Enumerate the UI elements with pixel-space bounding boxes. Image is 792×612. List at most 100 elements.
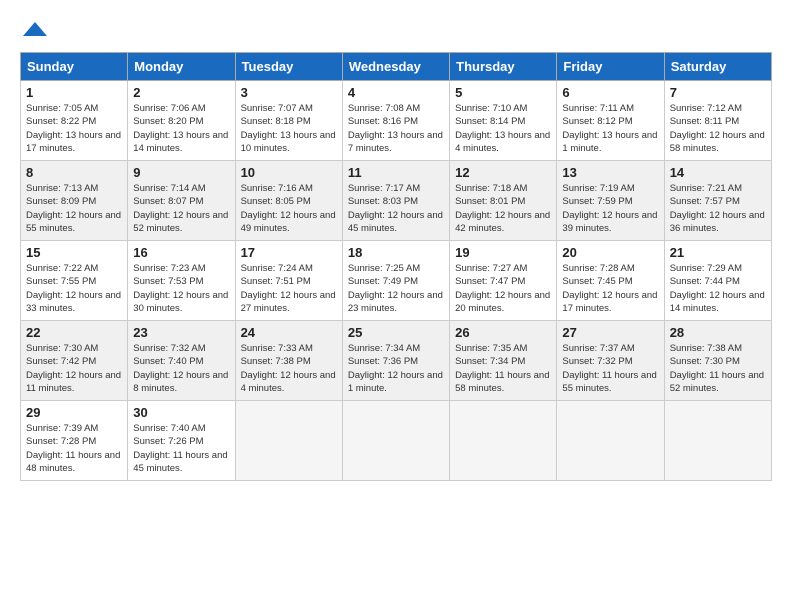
day-number: 6 — [562, 85, 658, 100]
day-info: Sunrise: 7:35 AMSunset: 7:34 PMDaylight:… — [455, 342, 551, 395]
day-number: 3 — [241, 85, 337, 100]
col-tuesday: Tuesday — [235, 53, 342, 81]
day-info: Sunrise: 7:25 AMSunset: 7:49 PMDaylight:… — [348, 262, 444, 315]
day-info: Sunrise: 7:23 AMSunset: 7:53 PMDaylight:… — [133, 262, 229, 315]
header — [20, 20, 772, 42]
table-row: 14 Sunrise: 7:21 AMSunset: 7:57 PMDayligh… — [664, 161, 771, 241]
day-info: Sunrise: 7:30 AMSunset: 7:42 PMDaylight:… — [26, 342, 122, 395]
day-info: Sunrise: 7:12 AMSunset: 8:11 PMDaylight:… — [670, 102, 766, 155]
table-row: 15 Sunrise: 7:22 AMSunset: 7:55 PMDayligh… — [21, 241, 128, 321]
day-info: Sunrise: 7:33 AMSunset: 7:38 PMDaylight:… — [241, 342, 337, 395]
day-number: 23 — [133, 325, 229, 340]
table-row: 30 Sunrise: 7:40 AMSunset: 7:26 PMDayligh… — [128, 401, 235, 481]
col-sunday: Sunday — [21, 53, 128, 81]
col-saturday: Saturday — [664, 53, 771, 81]
day-number: 8 — [26, 165, 122, 180]
day-number: 1 — [26, 85, 122, 100]
day-info: Sunrise: 7:10 AMSunset: 8:14 PMDaylight:… — [455, 102, 551, 155]
day-number: 5 — [455, 85, 551, 100]
day-info: Sunrise: 7:16 AMSunset: 8:05 PMDaylight:… — [241, 182, 337, 235]
table-row: 8 Sunrise: 7:13 AMSunset: 8:09 PMDaylight… — [21, 161, 128, 241]
day-info: Sunrise: 7:24 AMSunset: 7:51 PMDaylight:… — [241, 262, 337, 315]
day-number: 17 — [241, 245, 337, 260]
table-row: 17 Sunrise: 7:24 AMSunset: 7:51 PMDayligh… — [235, 241, 342, 321]
calendar-week-row: 1 Sunrise: 7:05 AMSunset: 8:22 PMDaylight… — [21, 81, 772, 161]
day-info: Sunrise: 7:32 AMSunset: 7:40 PMDaylight:… — [133, 342, 229, 395]
day-info: Sunrise: 7:28 AMSunset: 7:45 PMDaylight:… — [562, 262, 658, 315]
col-wednesday: Wednesday — [342, 53, 449, 81]
logo-icon — [21, 18, 49, 46]
day-info: Sunrise: 7:13 AMSunset: 8:09 PMDaylight:… — [26, 182, 122, 235]
day-number: 9 — [133, 165, 229, 180]
table-row: 26 Sunrise: 7:35 AMSunset: 7:34 PMDayligh… — [450, 321, 557, 401]
calendar: Sunday Monday Tuesday Wednesday Thursday… — [20, 52, 772, 481]
day-number: 21 — [670, 245, 766, 260]
day-info: Sunrise: 7:18 AMSunset: 8:01 PMDaylight:… — [455, 182, 551, 235]
day-number: 20 — [562, 245, 658, 260]
day-number: 10 — [241, 165, 337, 180]
day-info: Sunrise: 7:29 AMSunset: 7:44 PMDaylight:… — [670, 262, 766, 315]
day-info: Sunrise: 7:06 AMSunset: 8:20 PMDaylight:… — [133, 102, 229, 155]
table-row: 24 Sunrise: 7:33 AMSunset: 7:38 PMDayligh… — [235, 321, 342, 401]
day-number: 28 — [670, 325, 766, 340]
table-row: 7 Sunrise: 7:12 AMSunset: 8:11 PMDaylight… — [664, 81, 771, 161]
table-row: 4 Sunrise: 7:08 AMSunset: 8:16 PMDaylight… — [342, 81, 449, 161]
table-row: 11 Sunrise: 7:17 AMSunset: 8:03 PMDayligh… — [342, 161, 449, 241]
day-info: Sunrise: 7:17 AMSunset: 8:03 PMDaylight:… — [348, 182, 444, 235]
table-row: 27 Sunrise: 7:37 AMSunset: 7:32 PMDayligh… — [557, 321, 664, 401]
table-row: 19 Sunrise: 7:27 AMSunset: 7:47 PMDayligh… — [450, 241, 557, 321]
table-row: 23 Sunrise: 7:32 AMSunset: 7:40 PMDayligh… — [128, 321, 235, 401]
day-number: 12 — [455, 165, 551, 180]
calendar-week-row: 29Sunrise: 7:39 AMSunset: 7:28 PMDayligh… — [21, 401, 772, 481]
day-number: 30 — [133, 405, 229, 420]
calendar-week-row: 8 Sunrise: 7:13 AMSunset: 8:09 PMDaylight… — [21, 161, 772, 241]
table-row: 9 Sunrise: 7:14 AMSunset: 8:07 PMDaylight… — [128, 161, 235, 241]
calendar-week-row: 22 Sunrise: 7:30 AMSunset: 7:42 PMDayligh… — [21, 321, 772, 401]
day-info: Sunrise: 7:34 AMSunset: 7:36 PMDaylight:… — [348, 342, 444, 395]
col-friday: Friday — [557, 53, 664, 81]
table-row: 20 Sunrise: 7:28 AMSunset: 7:45 PMDayligh… — [557, 241, 664, 321]
day-info: Sunrise: 7:37 AMSunset: 7:32 PMDaylight:… — [562, 342, 658, 395]
day-number: 18 — [348, 245, 444, 260]
day-info: Sunrise: 7:38 AMSunset: 7:30 PMDaylight:… — [670, 342, 766, 395]
table-row — [342, 401, 449, 481]
day-number: 7 — [670, 85, 766, 100]
day-info: Sunrise: 7:14 AMSunset: 8:07 PMDaylight:… — [133, 182, 229, 235]
table-row: 18 Sunrise: 7:25 AMSunset: 7:49 PMDayligh… — [342, 241, 449, 321]
table-row: 13Sunrise: 7:19 AMSunset: 7:59 PMDayligh… — [557, 161, 664, 241]
day-number: 22 — [26, 325, 122, 340]
day-number: 29 — [26, 405, 122, 420]
day-info: Sunrise: 7:40 AMSunset: 7:26 PMDaylight:… — [133, 422, 229, 475]
table-row — [557, 401, 664, 481]
table-row — [235, 401, 342, 481]
table-row: 6 Sunrise: 7:11 AMSunset: 8:12 PMDaylight… — [557, 81, 664, 161]
table-row: 1 Sunrise: 7:05 AMSunset: 8:22 PMDaylight… — [21, 81, 128, 161]
day-number: 11 — [348, 165, 444, 180]
day-info: Sunrise: 7:07 AMSunset: 8:18 PMDaylight:… — [241, 102, 337, 155]
day-info: Sunrise: 7:08 AMSunset: 8:16 PMDaylight:… — [348, 102, 444, 155]
page: Sunday Monday Tuesday Wednesday Thursday… — [0, 0, 792, 501]
day-number: 19 — [455, 245, 551, 260]
day-info: Sunrise: 7:05 AMSunset: 8:22 PMDaylight:… — [26, 102, 122, 155]
day-info: Sunrise: 7:22 AMSunset: 7:55 PMDaylight:… — [26, 262, 122, 315]
table-row — [450, 401, 557, 481]
day-number: 27 — [562, 325, 658, 340]
logo — [20, 20, 49, 42]
table-row: 29Sunrise: 7:39 AMSunset: 7:28 PMDayligh… — [21, 401, 128, 481]
day-number: 14 — [670, 165, 766, 180]
day-info: Sunrise: 7:19 AMSunset: 7:59 PMDaylight:… — [562, 182, 658, 235]
day-number: 4 — [348, 85, 444, 100]
table-row: 10 Sunrise: 7:16 AMSunset: 8:05 PMDayligh… — [235, 161, 342, 241]
calendar-header-row: Sunday Monday Tuesday Wednesday Thursday… — [21, 53, 772, 81]
table-row: 22 Sunrise: 7:30 AMSunset: 7:42 PMDayligh… — [21, 321, 128, 401]
day-info: Sunrise: 7:11 AMSunset: 8:12 PMDaylight:… — [562, 102, 658, 155]
table-row: 21 Sunrise: 7:29 AMSunset: 7:44 PMDayligh… — [664, 241, 771, 321]
day-number: 26 — [455, 325, 551, 340]
day-number: 15 — [26, 245, 122, 260]
table-row — [664, 401, 771, 481]
table-row: 25Sunrise: 7:34 AMSunset: 7:36 PMDayligh… — [342, 321, 449, 401]
day-info: Sunrise: 7:21 AMSunset: 7:57 PMDaylight:… — [670, 182, 766, 235]
col-thursday: Thursday — [450, 53, 557, 81]
day-number: 24 — [241, 325, 337, 340]
day-info: Sunrise: 7:27 AMSunset: 7:47 PMDaylight:… — [455, 262, 551, 315]
